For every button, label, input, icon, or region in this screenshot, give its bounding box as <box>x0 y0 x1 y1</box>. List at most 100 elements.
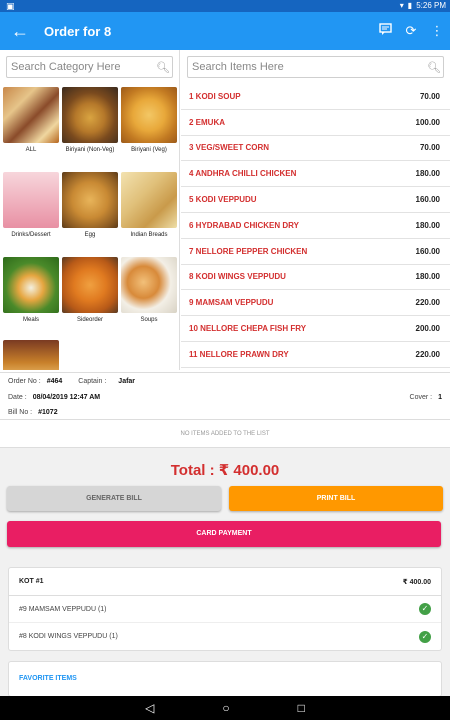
order-date: 08/04/2019 12:47 AM <box>32 394 101 401</box>
list-item[interactable]: 8 KODI WINGS VEPPUDU 180.00 <box>181 265 450 291</box>
date-label: Date : <box>8 394 27 401</box>
item-price: 70.00 <box>419 91 440 101</box>
category-egg[interactable]: Egg <box>62 172 118 252</box>
item-price: 180.00 <box>415 272 440 282</box>
wifi-icon: ▾ <box>399 1 404 10</box>
print-bill-button[interactable]: PRINT BILL <box>229 486 443 511</box>
status-bar: ▣ ▾ ▮ 5:26 PM <box>0 0 450 12</box>
category-label: ALL <box>25 147 37 153</box>
category-image <box>121 257 177 313</box>
status-time: 5:26 PM <box>416 1 446 10</box>
favorite-items-title: FAVORITE ITEMS <box>19 675 77 682</box>
order-info: Order No : #464 Captain : Jafar Date : 0… <box>0 372 450 420</box>
favorite-items-card[interactable]: FAVORITE ITEMS <box>8 661 442 697</box>
item-name: 4 ANDHRA CHILLI CHICKEN <box>189 169 297 179</box>
category-image <box>3 87 59 143</box>
item-name: 2 EMUKA <box>189 117 226 127</box>
status-icons: ▾ ▮ 5:26 PM <box>400 1 446 10</box>
list-item[interactable]: 6 HYDRABAD CHICKEN DRY 180.00 <box>181 213 450 239</box>
item-price: 70.00 <box>419 143 440 153</box>
item-price: 180.00 <box>415 169 440 179</box>
item-search-input[interactable] <box>192 61 425 73</box>
category-dosa[interactable] <box>3 340 59 370</box>
item-name: 9 MAMSAM VEPPUDU <box>189 298 274 308</box>
list-item[interactable]: 4 ANDHRA CHILLI CHICKEN 180.00 <box>181 161 450 188</box>
category-biriyani-veg[interactable]: Biriyani (Veg) <box>121 87 177 167</box>
generate-bill-button[interactable]: GENERATE BILL <box>7 486 221 511</box>
list-item[interactable]: 3 VEG/SWEET CORN 70.00 <box>181 136 450 162</box>
check-circle-icon: ✓ <box>419 630 431 643</box>
chat-icon[interactable] <box>372 23 398 39</box>
category-search-input[interactable] <box>11 61 154 73</box>
more-vert-icon[interactable]: ⋮ <box>424 23 450 39</box>
cover-count: 1 <box>438 394 442 401</box>
list-item[interactable]: 2 EMUKA 100.00 <box>181 110 450 136</box>
list-item[interactable]: 1 KODI SOUP 70.00 <box>181 84 450 110</box>
kot-card: KOT #1 ₹ 400.00 #9 MAMSAM VEPPUDU (1) ✓ … <box>8 567 442 651</box>
date-row: Date : 08/04/2019 12:47 AM <box>8 394 100 401</box>
list-item[interactable]: 9 MAMSAM VEPPUDU 220.00 <box>181 290 450 317</box>
nav-home-icon[interactable]: ○ <box>222 701 229 715</box>
kot-title: KOT #1 <box>19 578 44 585</box>
category-all[interactable]: ALL <box>3 87 59 167</box>
order-total: Total : ₹ 400.00 <box>170 462 280 479</box>
list-item[interactable]: 7 NELLORE PEPPER CHICKEN 160.00 <box>181 239 450 265</box>
category-image <box>62 257 118 313</box>
category-label: Indian Breads <box>130 232 168 238</box>
category-label: Biriyani (Veg) <box>131 147 167 153</box>
list-item[interactable]: 5 KODI VEPPUDU 160.00 <box>181 187 450 213</box>
search-icon: 🔍︎ <box>156 61 170 74</box>
check-circle-icon: ✓ <box>419 603 431 615</box>
category-soups[interactable]: Soups <box>121 257 177 337</box>
kot-line: #8 KODI WINGS VEPPUDU (1) ✓ <box>9 623 441 650</box>
item-name: 3 VEG/SWEET CORN <box>189 143 270 153</box>
category-drinks-dessert[interactable]: Drinks/Dessert <box>3 172 59 252</box>
cover-label: Cover : <box>409 394 433 401</box>
android-icon: ▣ <box>6 1 15 11</box>
item-search[interactable]: 🔍︎ <box>187 56 444 78</box>
item-price: 160.00 <box>415 246 440 256</box>
item-name: 8 KODI WINGS VEPPUDU <box>189 272 286 282</box>
list-item[interactable]: 10 NELLORE CHEPA FISH FRY 200.00 <box>181 316 450 342</box>
captain-label: Captain : <box>78 378 107 385</box>
item-name: 5 KODI VEPPUDU <box>189 195 257 205</box>
items-pane: 🔍︎ 1 KODI SOUP 70.00 2 EMUKA 100.00 3 VEG/… <box>181 50 450 370</box>
category-meals[interactable]: Meals <box>3 257 59 337</box>
category-indian-breads[interactable]: Indian Breads <box>121 172 177 252</box>
category-label: Sideorder <box>76 317 103 323</box>
nav-back-icon[interactable]: ◁ <box>145 701 154 715</box>
kot-amount: ₹ 400.00 <box>402 578 431 586</box>
order-no-label: Order No : <box>8 378 41 385</box>
category-image <box>62 87 118 143</box>
item-price: 220.00 <box>415 298 440 308</box>
order-no: #464 <box>46 378 63 385</box>
category-image <box>3 172 59 228</box>
category-image <box>121 172 177 228</box>
item-name: 7 NELLORE PEPPER CHICKEN <box>189 246 308 256</box>
card-payment-button[interactable]: CARD PAYMENT <box>7 521 441 547</box>
nav-recents-icon[interactable]: □ <box>298 701 305 715</box>
list-item[interactable]: 11 NELLORE PRAWN DRY 220.00 <box>181 342 450 368</box>
cover-row: Cover : 1 <box>410 394 442 401</box>
kot-line: #9 MAMSAM VEPPUDU (1) ✓ <box>9 596 441 623</box>
order-no-row: Order No : #464 Captain : Jafar <box>8 378 135 385</box>
page-title: Order for 8 <box>44 23 112 39</box>
item-price: 160.00 <box>415 195 440 205</box>
back-arrow-icon[interactable]: ← <box>0 21 40 42</box>
sync-icon[interactable]: ⟳ <box>398 23 424 39</box>
category-label: Egg <box>84 232 96 238</box>
category-label: Drinks/Dessert <box>11 232 51 238</box>
bill-no-row: Bill No : #1072 <box>8 409 58 416</box>
category-image <box>121 87 177 143</box>
empty-list-message: NO ITEMS ADDED TO THE LIST <box>0 420 450 448</box>
category-pane: 🔍︎ ALL Biriyani (Non-Veg) Biriyani (Veg)… <box>0 50 180 370</box>
item-name: 11 NELLORE PRAWN DRY <box>189 349 289 359</box>
category-sideorder[interactable]: Sideorder <box>62 257 118 337</box>
item-price: 100.00 <box>415 117 440 127</box>
bill-no: #1072 <box>38 409 58 416</box>
category-image <box>3 340 59 370</box>
category-search[interactable]: 🔍︎ <box>6 56 173 78</box>
kot-line-text: #8 KODI WINGS VEPPUDU (1) <box>19 633 118 640</box>
app-toolbar: ← Order for 8 ⟳ ⋮ <box>0 12 450 50</box>
category-biriyani-nonveg[interactable]: Biriyani (Non-Veg) <box>62 87 118 167</box>
